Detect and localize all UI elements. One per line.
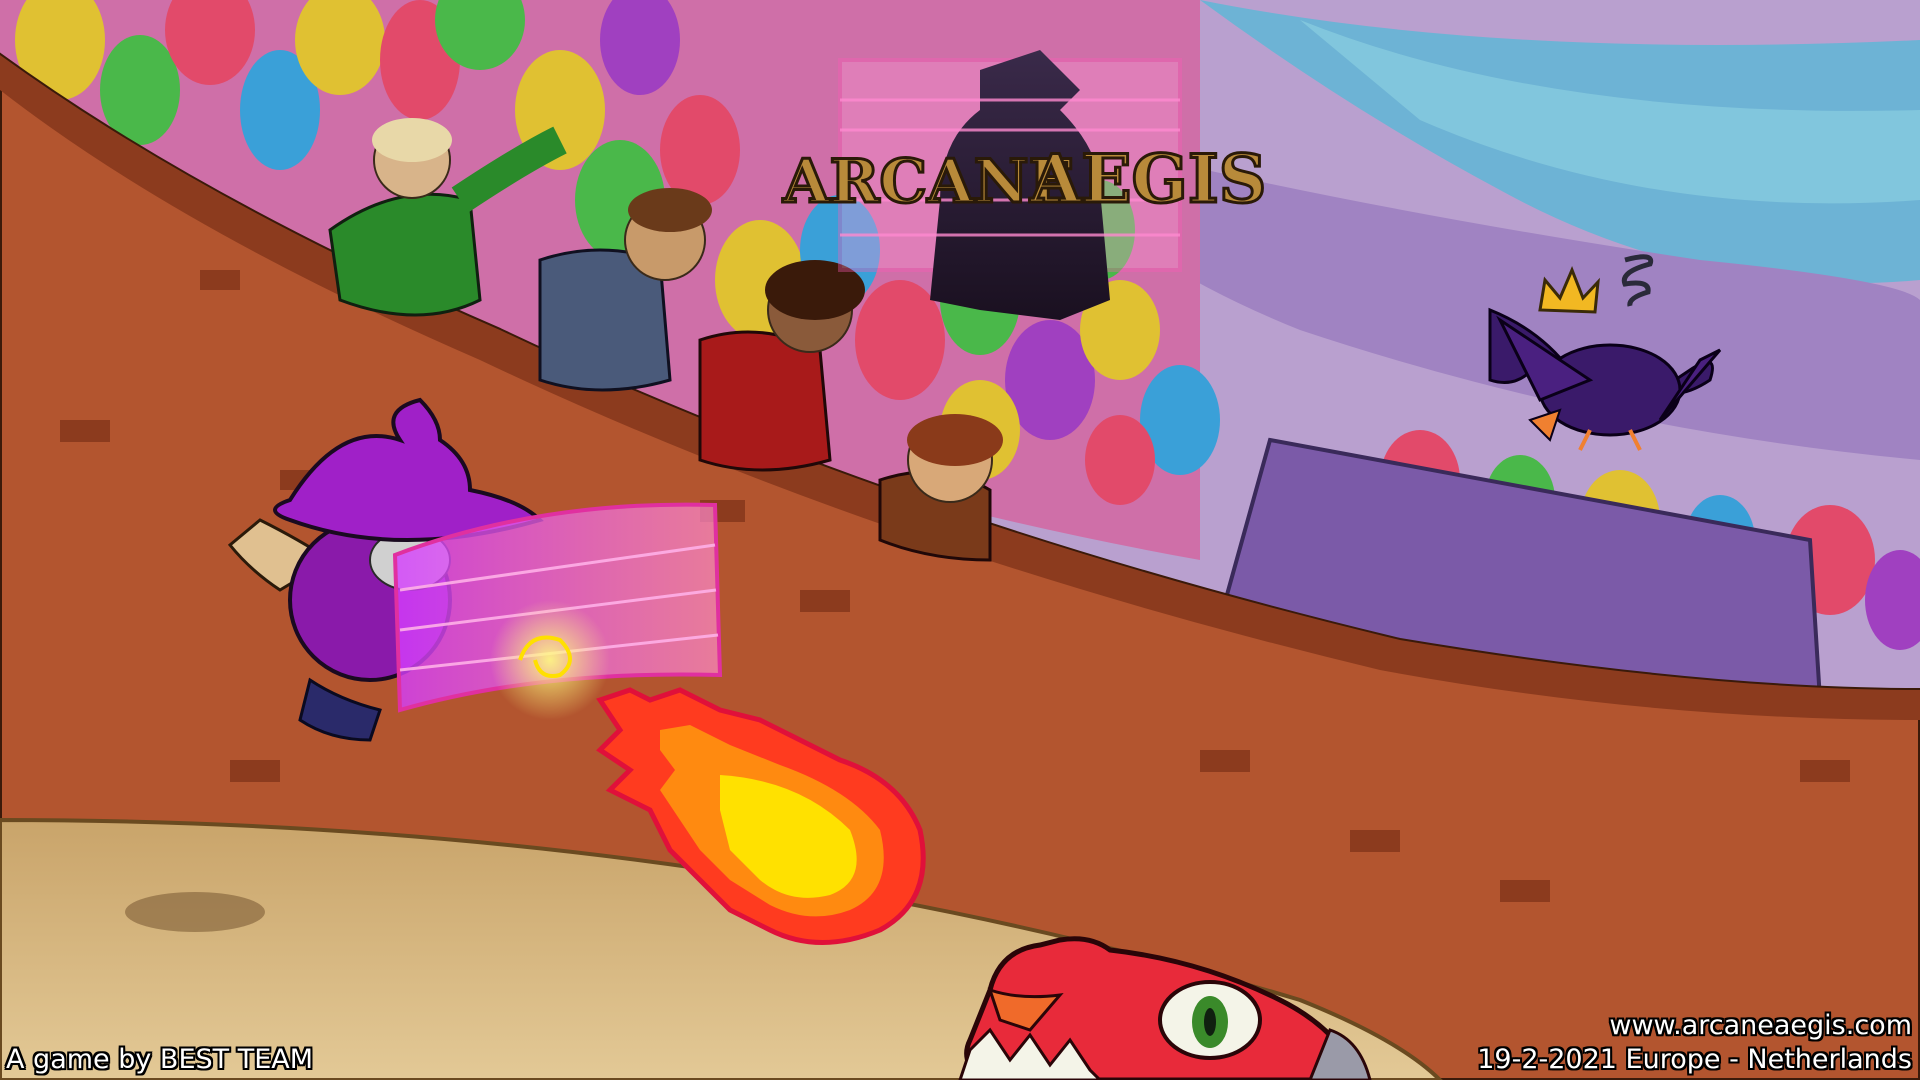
arena-illustration: ARCANE AEGIS [0, 0, 1920, 1080]
floor-shadow [125, 892, 265, 932]
logo-title-aegis: AEGIS [1029, 140, 1266, 218]
website-link[interactable]: www.arcaneaegis.com [1609, 1010, 1912, 1042]
game-scene: ARCANE AEGIS A game by BEST TEAM www.arc… [0, 0, 1920, 1080]
credit-text: A game by BEST TEAM [6, 1043, 314, 1075]
release-info: 19-2-2021 Europe - Netherlands [1477, 1043, 1912, 1075]
